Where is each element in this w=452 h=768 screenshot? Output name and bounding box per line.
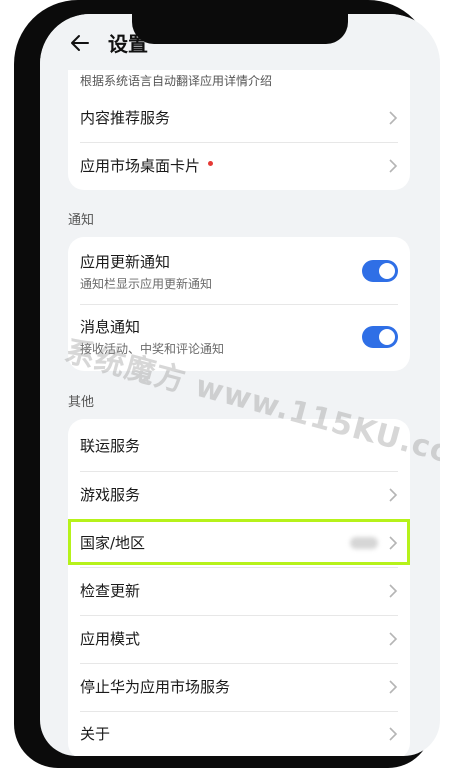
settings-screen: 根据系统语言自动翻译应用详情介绍 内容推荐服务 应用市场桌面卡片 设置 通知 应… (40, 14, 440, 756)
phone-frame: 根据系统语言自动翻译应用详情介绍 内容推荐服务 应用市场桌面卡片 设置 通知 应… (14, 0, 440, 768)
desktop-card-row[interactable]: 应用市场桌面卡片 (68, 142, 410, 190)
desktop-card-label: 应用市场桌面卡片 (80, 155, 214, 177)
check-update-label: 检查更新 (80, 582, 141, 600)
back-arrow-icon[interactable] (68, 31, 92, 55)
update-notify-label: 应用更新通知 (80, 253, 171, 271)
chevron-right-icon (389, 159, 398, 173)
game-service-row[interactable]: 游戏服务 (68, 471, 410, 519)
update-notify-desc: 通知栏显示应用更新通知 (80, 277, 213, 291)
chevron-right-icon (389, 727, 398, 741)
check-update-row[interactable]: 检查更新 (68, 567, 410, 615)
content-recommend-label: 内容推荐服务 (80, 109, 171, 127)
about-label: 关于 (80, 725, 111, 743)
auto-translate-desc: 根据系统语言自动翻译应用详情介绍 (80, 74, 273, 88)
desktop-card-text: 应用市场桌面卡片 (80, 157, 201, 175)
update-notify-row[interactable]: 应用更新通知 通知栏显示应用更新通知 (68, 237, 410, 304)
app-mode-label: 应用模式 (80, 630, 141, 648)
game-service-label: 游戏服务 (80, 486, 141, 504)
country-region-highlight (68, 519, 410, 565)
chevron-right-icon (389, 632, 398, 646)
joint-service-label: 联运服务 (80, 437, 141, 455)
notifications-card: 应用更新通知 通知栏显示应用更新通知 消息通知 接收活动、中奖和评论通知 (68, 237, 410, 371)
other-settings-card: 联运服务 游戏服务 国家/地区 检查更新 应用模式 停止华为应用市场服务 关于 (68, 419, 410, 756)
chevron-right-icon (389, 111, 398, 125)
stop-service-label: 停止华为应用市场服务 (80, 678, 231, 696)
message-notify-desc: 接收活动、中奖和评论通知 (80, 342, 225, 356)
joint-service-row[interactable]: 联运服务 (68, 419, 410, 467)
notifications-section-label: 通知 (68, 213, 95, 228)
stop-service-row[interactable]: 停止华为应用市场服务 (68, 663, 410, 711)
message-notify-label: 消息通知 (80, 318, 141, 336)
toggle-knob (379, 329, 395, 345)
chevron-right-icon (389, 680, 398, 694)
about-row[interactable]: 关于 (68, 711, 410, 756)
chevron-right-icon (389, 488, 398, 502)
message-notify-row[interactable]: 消息通知 接收活动、中奖和评论通知 (68, 304, 410, 371)
other-section-label: 其他 (68, 395, 95, 410)
new-badge-dot (208, 161, 214, 166)
content-recommend-row[interactable]: 内容推荐服务 (68, 94, 410, 142)
update-notify-toggle[interactable] (362, 260, 398, 282)
message-notify-toggle[interactable] (362, 326, 398, 348)
app-mode-row[interactable]: 应用模式 (68, 615, 410, 663)
camera-notch (132, 14, 348, 44)
chevron-right-icon (389, 584, 398, 598)
toggle-knob (379, 263, 395, 279)
